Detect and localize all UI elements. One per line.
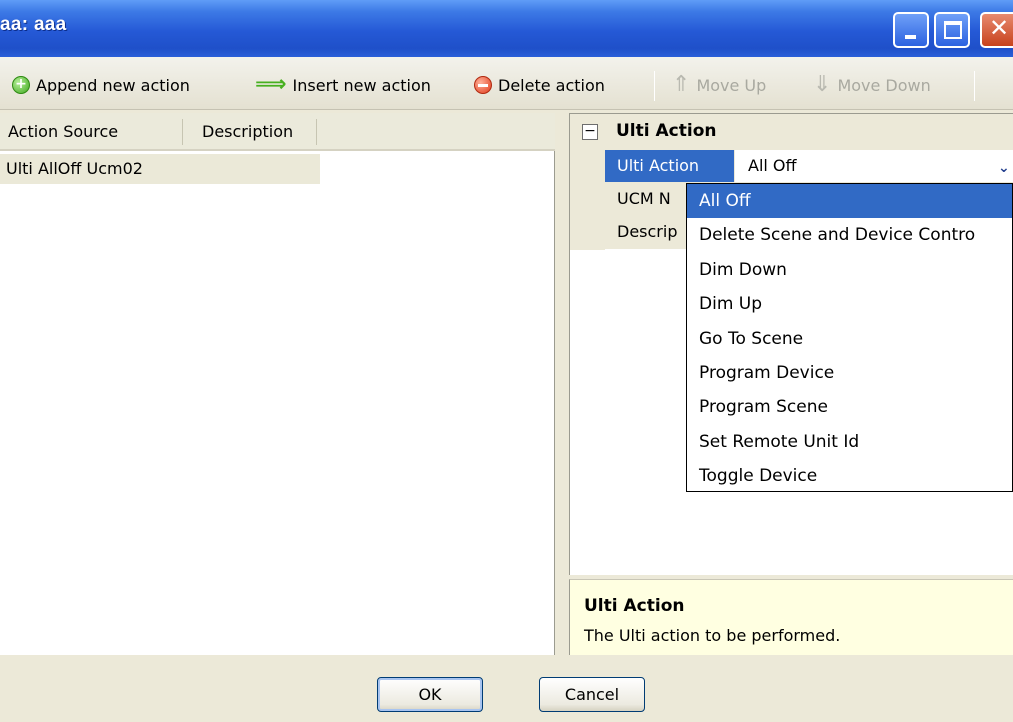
dropdown-option[interactable]: Delete Scene and Device Contro — [687, 218, 1012, 252]
arrow-right-icon: ⟹ — [255, 72, 287, 97]
ok-button[interactable]: OK — [377, 677, 483, 712]
maximize-button[interactable] — [934, 12, 970, 48]
move-down-button[interactable]: ⇓ Move Down — [813, 72, 931, 98]
window-title: aa: aaa — [0, 14, 67, 35]
minimize-button[interactable] — [893, 12, 929, 48]
minus-circle-icon — [474, 76, 492, 94]
ulti-action-dropdown-list[interactable]: All Off Delete Scene and Device Contro D… — [686, 183, 1013, 492]
toolbar: + Append new action ⟹ Insert new action … — [0, 57, 1013, 110]
property-value-select[interactable]: All Off ⌄ — [736, 150, 1013, 182]
property-category[interactable]: − Ulti Action — [570, 114, 1013, 150]
cancel-button[interactable]: Cancel — [539, 677, 645, 712]
toolbar-separator — [654, 71, 655, 101]
property-grid-margin — [570, 150, 605, 250]
property-row-ulti-action[interactable]: Ulti Action All Off ⌄ — [605, 150, 1013, 183]
close-button[interactable]: ✕ — [980, 12, 1013, 48]
property-category-label: Ulti Action — [616, 121, 717, 141]
property-name: Ulti Action — [605, 150, 735, 182]
title-bar: aa: aaa ✕ — [0, 0, 1013, 57]
close-icon: ✕ — [989, 14, 1010, 42]
collapse-icon[interactable]: − — [582, 124, 598, 140]
column-divider[interactable] — [182, 119, 183, 145]
help-description: The Ulti action to be performed. — [584, 626, 841, 645]
dropdown-option[interactable]: Toggle Device — [687, 459, 1012, 491]
help-title: Ulti Action — [584, 596, 685, 616]
column-header-action-source[interactable]: Action Source — [8, 122, 118, 141]
column-divider[interactable] — [316, 119, 317, 145]
move-up-label: Move Up — [696, 75, 767, 95]
arrow-down-icon: ⇓ — [813, 72, 832, 97]
append-action-button[interactable]: + Append new action — [12, 72, 190, 98]
minimize-icon — [905, 35, 916, 39]
dropdown-option[interactable]: Dim Down — [687, 253, 1012, 287]
delete-action-button[interactable]: Delete action — [474, 72, 605, 98]
list-item-action-source: Ulti AllOff Ucm02 — [6, 159, 143, 178]
dropdown-option[interactable]: Go To Scene — [687, 322, 1012, 356]
toolbar-separator — [974, 71, 975, 101]
dropdown-option[interactable]: All Off — [687, 184, 1012, 219]
list-header: Action Source Description — [0, 113, 555, 151]
insert-action-button[interactable]: ⟹ Insert new action — [255, 72, 431, 98]
move-up-button[interactable]: ⇑ Move Up — [672, 72, 766, 98]
insert-action-label: Insert new action — [292, 75, 431, 95]
chevron-down-icon[interactable]: ⌄ — [998, 152, 1013, 180]
move-down-label: Move Down — [837, 75, 931, 95]
property-value: All Off — [748, 156, 797, 175]
plus-circle-icon: + — [12, 76, 30, 94]
dropdown-option[interactable]: Set Remote Unit Id — [687, 425, 1012, 459]
dropdown-option[interactable]: Dim Up — [687, 287, 1012, 321]
list-item[interactable]: Ulti AllOff Ucm02 — [0, 154, 320, 184]
delete-action-label: Delete action — [498, 75, 605, 95]
dropdown-option[interactable]: Program Device — [687, 356, 1012, 390]
arrow-up-icon: ⇑ — [672, 72, 691, 97]
help-panel: Ulti Action The Ulti action to be perfor… — [569, 579, 1013, 655]
action-list[interactable]: Action Source Description Ulti AllOff Uc… — [0, 113, 555, 655]
append-action-label: Append new action — [36, 75, 190, 95]
maximize-icon — [944, 21, 962, 39]
column-header-description[interactable]: Description — [202, 122, 293, 141]
dropdown-option[interactable]: Program Scene — [687, 390, 1012, 424]
